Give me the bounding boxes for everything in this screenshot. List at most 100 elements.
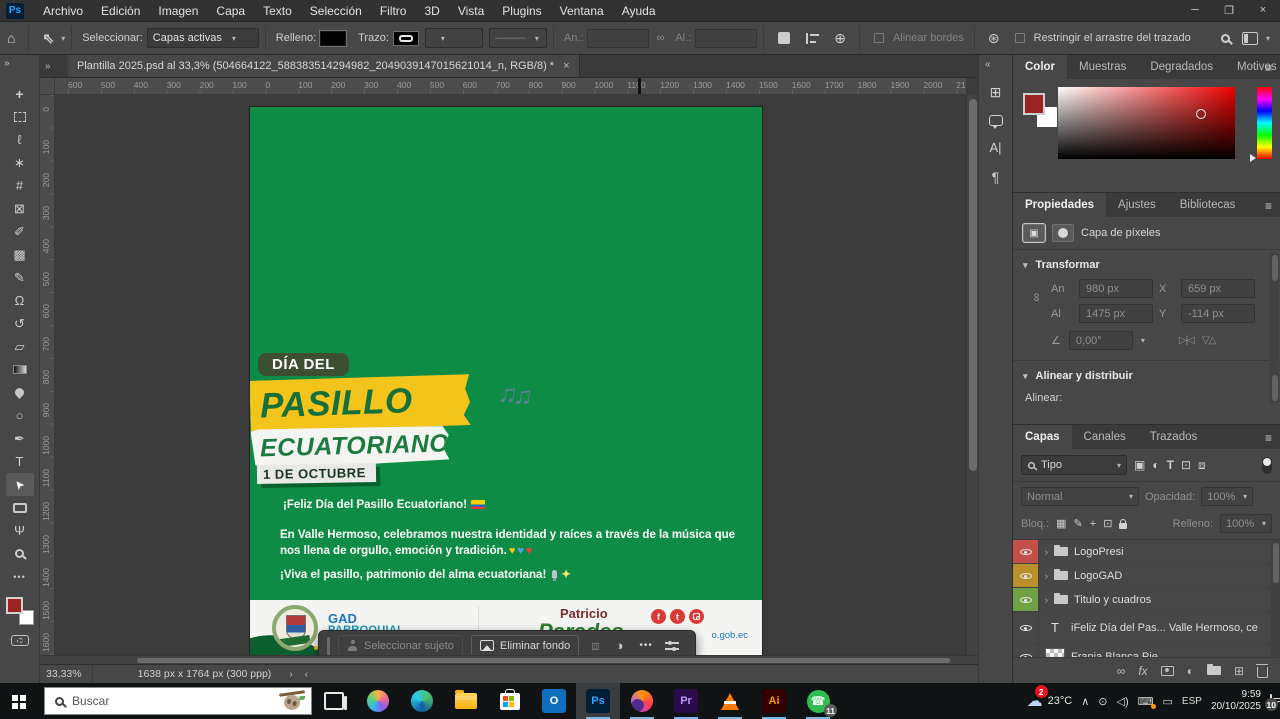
layer-visibility-franja-blanca-pie[interactable] [1013,644,1039,657]
hand-tool[interactable]: Ψ [6,519,34,542]
hue-slider-marker[interactable] [1250,154,1256,162]
menu-vista[interactable]: Vista [449,1,493,21]
vertical-scrollbar[interactable] [966,95,978,655]
props-tab-ajustes[interactable]: Ajustes [1106,193,1168,217]
properties-sliders-icon[interactable] [665,640,679,651]
group-chevron-icon[interactable]: › [1045,595,1048,605]
layer-visibility-logopresi[interactable] [1013,540,1039,563]
color-swatches[interactable] [1023,93,1057,127]
gear-icon[interactable]: ⊛ [981,30,1007,47]
delete-layer-icon[interactable] [1257,667,1268,678]
filter-shape-icon[interactable]: ⊡ [1181,458,1191,472]
paragraph-panel-icon[interactable]: ¶ [992,169,1000,185]
eyedropper-tool[interactable]: ✐ [6,220,34,243]
filter-toggle[interactable] [1262,457,1272,474]
object-selection-tool[interactable]: ∗ [6,151,34,174]
layer-row-logogad[interactable]: ›LogoGAD [1013,564,1280,588]
canvas-viewport[interactable]: DÍA DEL PASILLO ♫♫ ECUATORIANO 1 DE OCTU… [55,95,966,655]
lock-pixels-icon[interactable]: ✎ [1074,517,1083,530]
layers-tab-capas[interactable]: Capas [1013,425,1072,449]
filter-adjustment-icon[interactable]: ◐ [1152,458,1159,472]
rectangle-tool[interactable] [6,496,34,519]
color-field[interactable] [1058,87,1235,159]
firefox-icon[interactable] [620,683,664,719]
brush-tool[interactable]: ✎ [6,266,34,289]
move-tool-preset-icon[interactable]: ⇖ [35,30,61,47]
path-selection-tool[interactable]: ➤ [6,473,34,496]
menu-imagen[interactable]: Imagen [149,1,207,21]
stroke-swatch[interactable] [393,31,419,46]
fill-swatch[interactable] [320,31,346,46]
pen-display-icon[interactable]: ⌨ [1138,695,1154,708]
color-tab-degradados[interactable]: Degradados [1138,55,1225,79]
group-chevron-icon[interactable]: › [1045,547,1048,557]
copilot-icon[interactable] [356,683,400,719]
frame-tool[interactable]: ⊠ [6,197,34,220]
explorer-icon[interactable] [444,683,488,719]
new-group-icon[interactable] [1207,666,1221,675]
teams-tray-icon[interactable]: ⊙ [1098,695,1107,708]
tab-bar-chevrons-icon[interactable]: » [40,55,68,77]
menu-archivo[interactable]: Archivo [34,1,92,21]
volume-icon[interactable]: ◁) [1117,695,1129,708]
quick-mask-icon[interactable] [11,635,29,646]
language-indicator[interactable]: ESP [1182,696,1202,707]
gradient-tool[interactable] [6,358,34,381]
illustrator-icon[interactable]: Ai [752,683,796,719]
layers-tab-trazados[interactable]: Trazados [1138,425,1210,449]
lock-all-icon[interactable] [1119,523,1127,529]
zoom-level[interactable]: 33,33% [40,665,93,683]
adjustment-layer-icon[interactable]: ◐ [1187,664,1194,678]
menu-ventana[interactable]: Ventana [551,1,613,21]
align-section-header[interactable]: ▾Alinear y distribuir [1013,361,1280,388]
tray-chevron-icon[interactable]: ∧ [1081,695,1089,708]
layer-mask-icon[interactable] [1161,666,1174,676]
clock[interactable]: 9:59 20/10/2025 [1211,689,1261,714]
start-button[interactable] [0,683,44,719]
vlc-icon[interactable] [708,683,752,719]
menu-edicio-n[interactable]: Edición [92,1,149,21]
menu-seleccio-n[interactable]: Selección [301,1,371,21]
close-button[interactable]: × [1246,1,1280,20]
comments-panel-icon[interactable] [989,115,1003,126]
color-tab-muestras[interactable]: Muestras [1067,55,1138,79]
whatsapp-icon[interactable]: ☎11 [796,683,840,719]
lock-transparency-icon[interactable]: ▦ [1056,517,1066,530]
pixel-layer-thumb-icon[interactable]: ▣ [1023,224,1045,242]
pen-tool[interactable]: ✒ [6,427,34,450]
search-icon[interactable] [1221,34,1230,43]
menu-plugins[interactable]: Plugins [493,1,550,21]
menu-capa[interactable]: Capa [207,1,254,21]
foreground-swatch[interactable] [1023,93,1045,115]
edit-toolbar-icon[interactable]: ••• [6,565,34,588]
remove-background-button[interactable]: Eliminar fondo [471,635,579,655]
color-swatch-widget[interactable] [5,596,35,626]
layer-row-titulo-y-cuadros[interactable]: ›Titulo y cuadros [1013,588,1280,612]
color-tab-color[interactable]: Color [1013,55,1067,79]
adjustment-icon[interactable]: ◑ [612,638,628,653]
layers-scrollbar[interactable] [1271,540,1280,657]
photoshop-icon[interactable]: Ps [576,683,620,719]
restore-button[interactable]: ❐ [1212,1,1246,20]
menu-ayuda[interactable]: Ayuda [613,1,665,21]
history-brush-tool[interactable]: ↺ [6,312,34,335]
path-alignment-icon[interactable] [806,33,819,44]
tool-preset-caret-icon[interactable]: ▾ [61,34,65,43]
healing-brush-tool[interactable]: ▩ [6,243,34,266]
move-tool[interactable]: + [6,82,34,105]
filter-smart-object-icon[interactable]: ⧈ [1198,458,1206,473]
menu-texto[interactable]: Texto [254,1,301,21]
tab-close-icon[interactable]: × [563,60,569,72]
edge-icon[interactable] [400,683,444,719]
eraser-tool[interactable]: ▱ [6,335,34,358]
color-picker-ring[interactable] [1196,109,1206,119]
premiere-icon[interactable]: Pr [664,683,708,719]
status-next-icon[interactable]: › [283,669,298,680]
panel-menu-icon[interactable]: ≡ [1265,61,1272,75]
constrain-checkbox[interactable] [1015,33,1025,43]
outlook-icon[interactable]: O [532,683,576,719]
layer-visibility-titulo-y-cuadros[interactable] [1013,588,1039,611]
menu-3d[interactable]: 3D [415,1,448,21]
notification-center[interactable]: 10 [1270,695,1272,707]
panels-expand-icon[interactable]: « [979,59,991,70]
